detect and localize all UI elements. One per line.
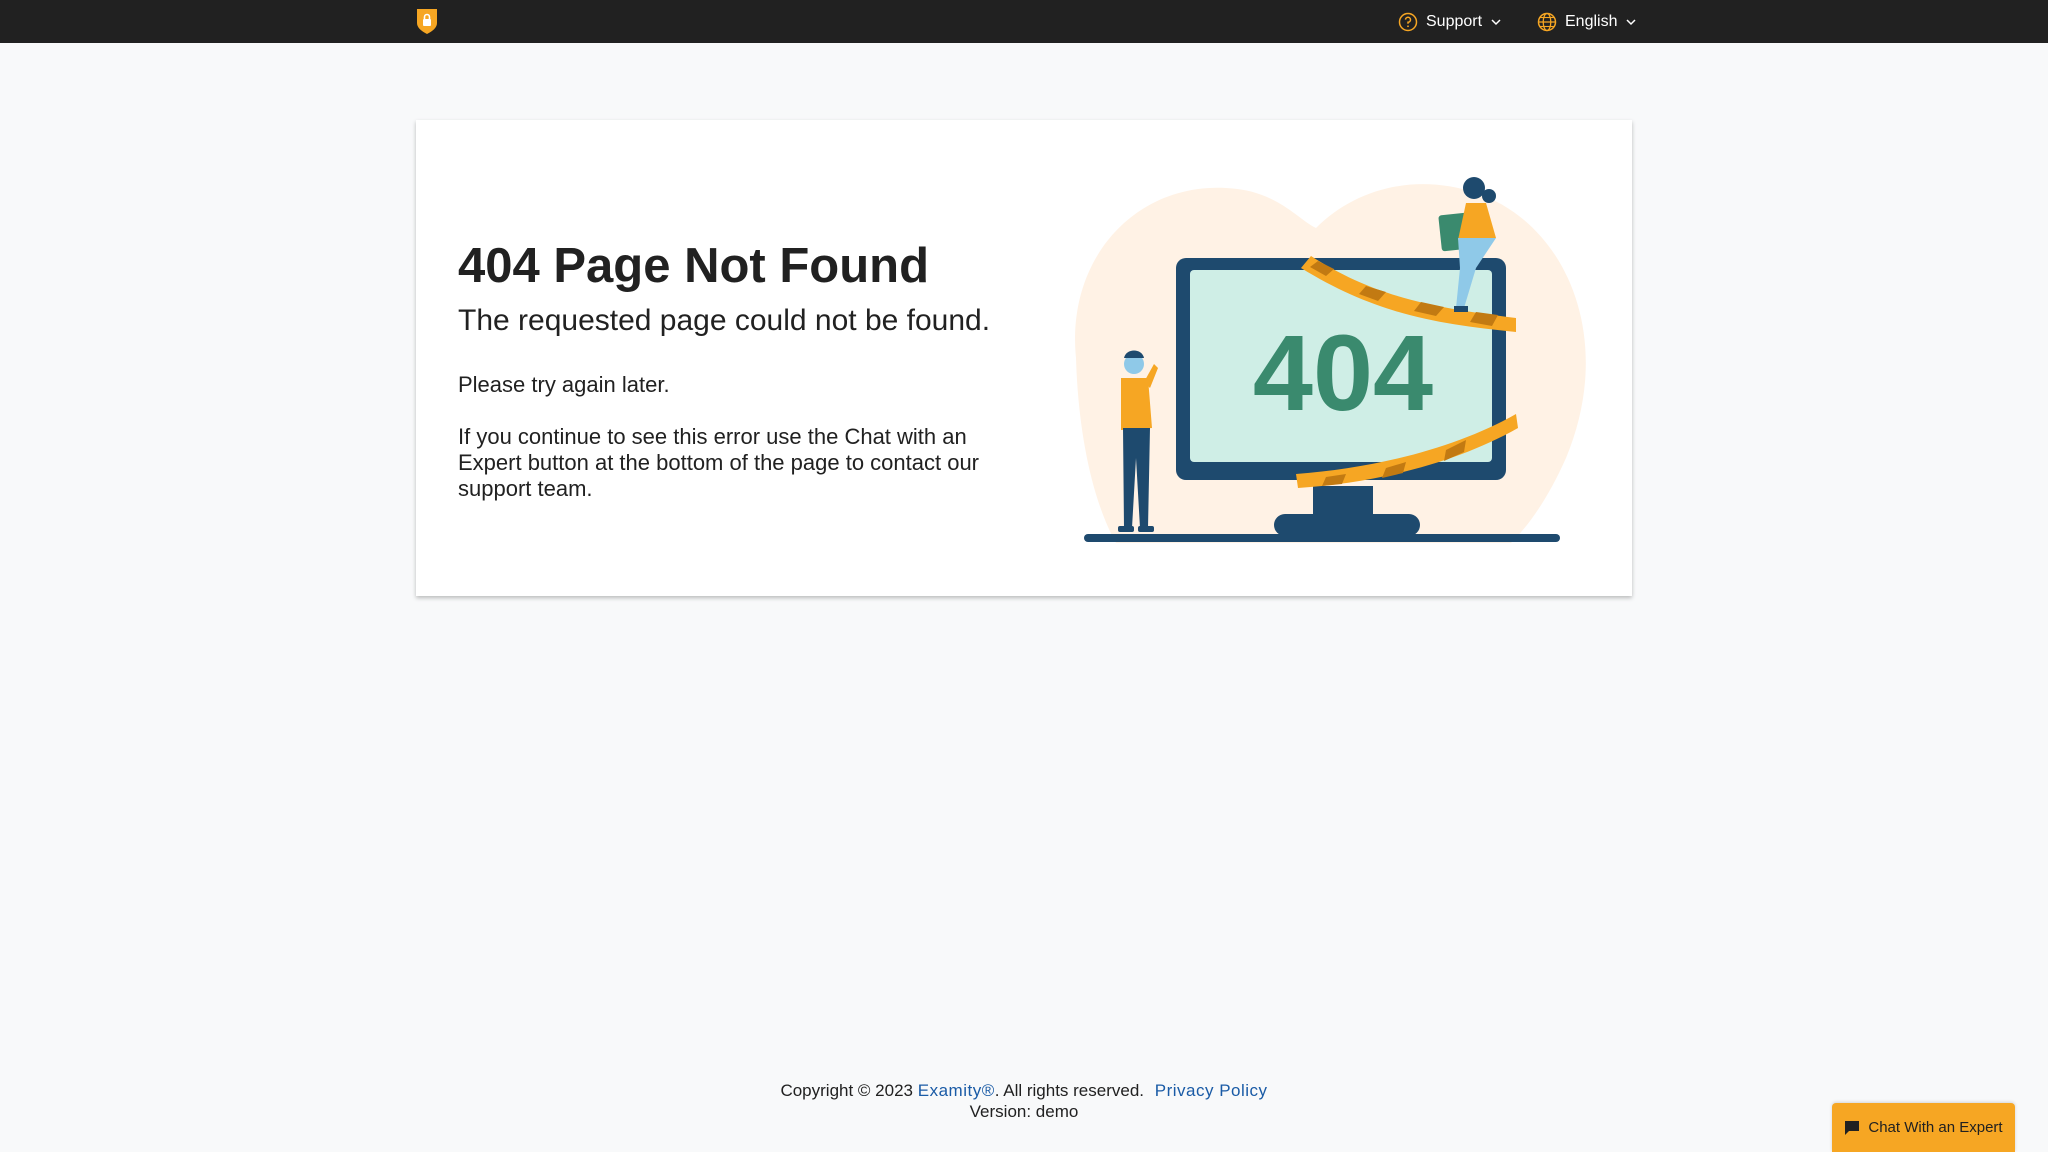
version-text: Version: demo [969,1102,1079,1121]
globe-icon [1537,12,1557,31]
chevron-down-icon [1626,18,1637,25]
examity-link[interactable]: Examity® [918,1081,995,1100]
language-label: English [1565,12,1618,30]
chat-button-label: Chat With an Expert [1868,1119,2003,1136]
copyright-text: Copyright © 2023 [780,1081,913,1100]
language-menu[interactable]: English [1537,0,1637,43]
footer: Copyright © 2023 Examity®. All rights re… [0,1080,2048,1122]
privacy-policy-link[interactable]: Privacy Policy [1155,1081,1268,1100]
support-menu[interactable]: Support [1398,0,1502,43]
support-label: Support [1426,12,1483,30]
copyright-line: Copyright © 2023 Examity®. All rights re… [0,1080,2048,1101]
top-navbar: Support English [0,0,2048,43]
error-subtitle: The requested page could not be found. [458,304,991,337]
help-circle-icon [1398,12,1418,31]
chat-with-expert-button[interactable]: Chat With an Expert [1832,1103,2015,1152]
retry-message: Please try again later. [458,372,670,397]
chevron-down-icon [1491,18,1501,25]
page-title: 404 Page Not Found [458,239,930,293]
support-message: If you continue to see this error use th… [458,424,980,501]
chat-bubble-icon [1845,1120,1860,1135]
404-digits: 404 [1253,312,1433,433]
rights-text: . All rights reserved. [994,1081,1144,1100]
404-illustration: 404 [1075,177,1586,544]
error-card: 404 Page Not Found The requested page co… [416,120,1632,596]
shield-lock-logo[interactable] [415,7,439,35]
